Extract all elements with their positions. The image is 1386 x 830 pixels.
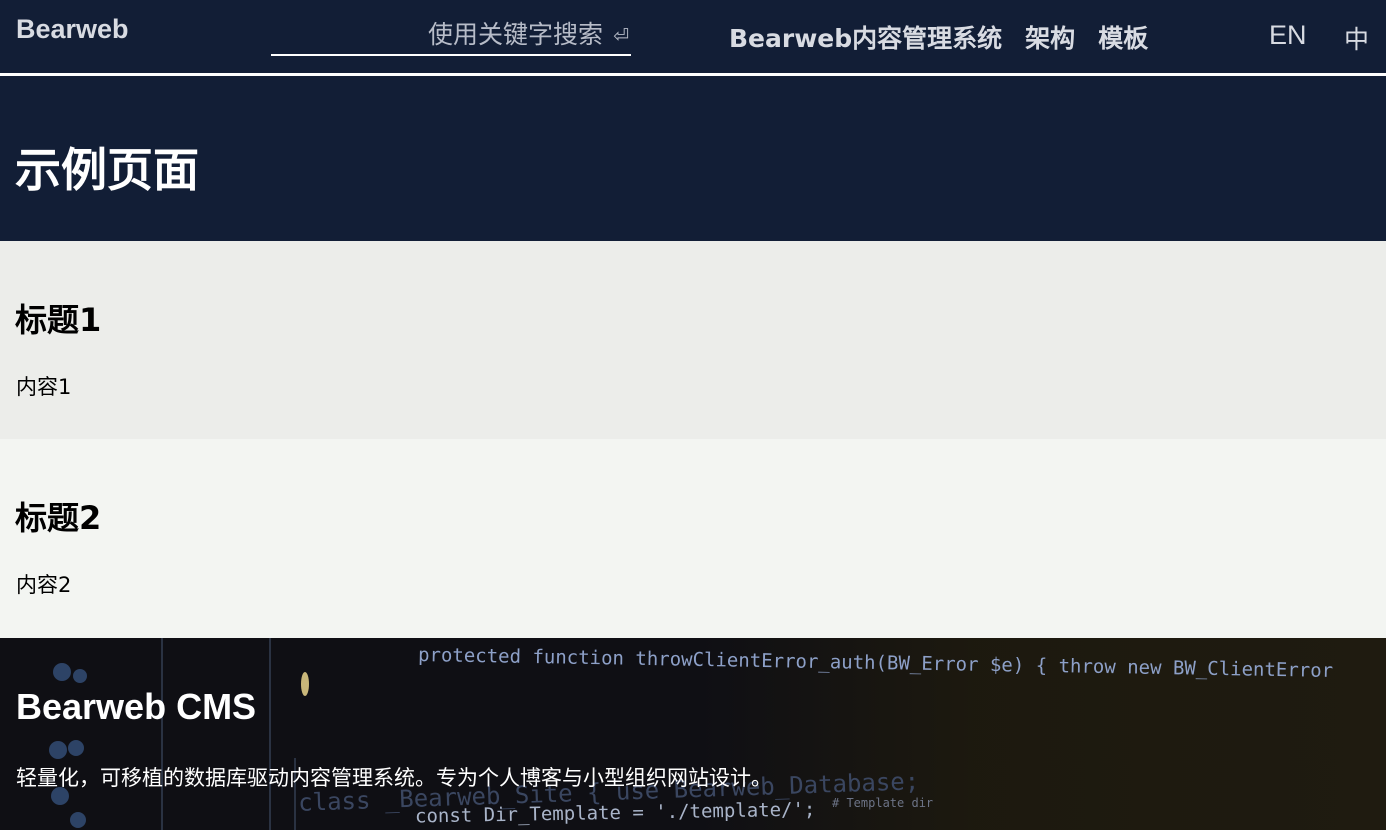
page-title: 示例页面 — [15, 143, 199, 197]
section-content: 内容2 — [16, 573, 72, 597]
language-zh-link[interactable]: 中 — [1344, 20, 1369, 56]
language-en-link[interactable]: EN — [1269, 20, 1307, 51]
search-box: ⏎ — [271, 15, 631, 56]
section-content: 内容1 — [16, 375, 72, 399]
footer-description: 轻量化，可移植的数据库驱动内容管理系统。专为个人博客与小型组织网站设计。 — [16, 766, 772, 790]
footer-title: Bearweb CMS — [16, 686, 257, 727]
section-heading: 标题2 — [15, 499, 102, 537]
page-title-banner: 示例页面 — [0, 76, 1386, 241]
nav-item-cms[interactable]: Bearweb内容管理系统 — [729, 19, 1002, 55]
nav-item-templates[interactable]: 模板 — [1098, 19, 1148, 55]
footer-banner: protected function throwClientError_auth… — [0, 638, 1386, 830]
search-input[interactable] — [271, 15, 631, 53]
content-section-1: 标题1 内容1 — [0, 241, 1386, 439]
nav-item-architecture[interactable]: 架构 — [1025, 19, 1075, 55]
code-line: # Template dir — [832, 796, 934, 810]
brand-logo-link[interactable]: Bearweb — [16, 14, 129, 45]
section-heading: 标题1 — [15, 301, 102, 339]
enter-icon[interactable]: ⏎ — [613, 25, 629, 47]
main-navigation: Bearweb内容管理系统 架构 模板 — [729, 19, 1148, 55]
top-navigation-bar: Bearweb ⏎ Bearweb内容管理系统 架构 模板 EN 中 — [0, 0, 1386, 76]
code-background-image: protected function throwClientError_auth… — [0, 638, 1386, 830]
content-section-2: 标题2 内容2 — [0, 439, 1386, 638]
